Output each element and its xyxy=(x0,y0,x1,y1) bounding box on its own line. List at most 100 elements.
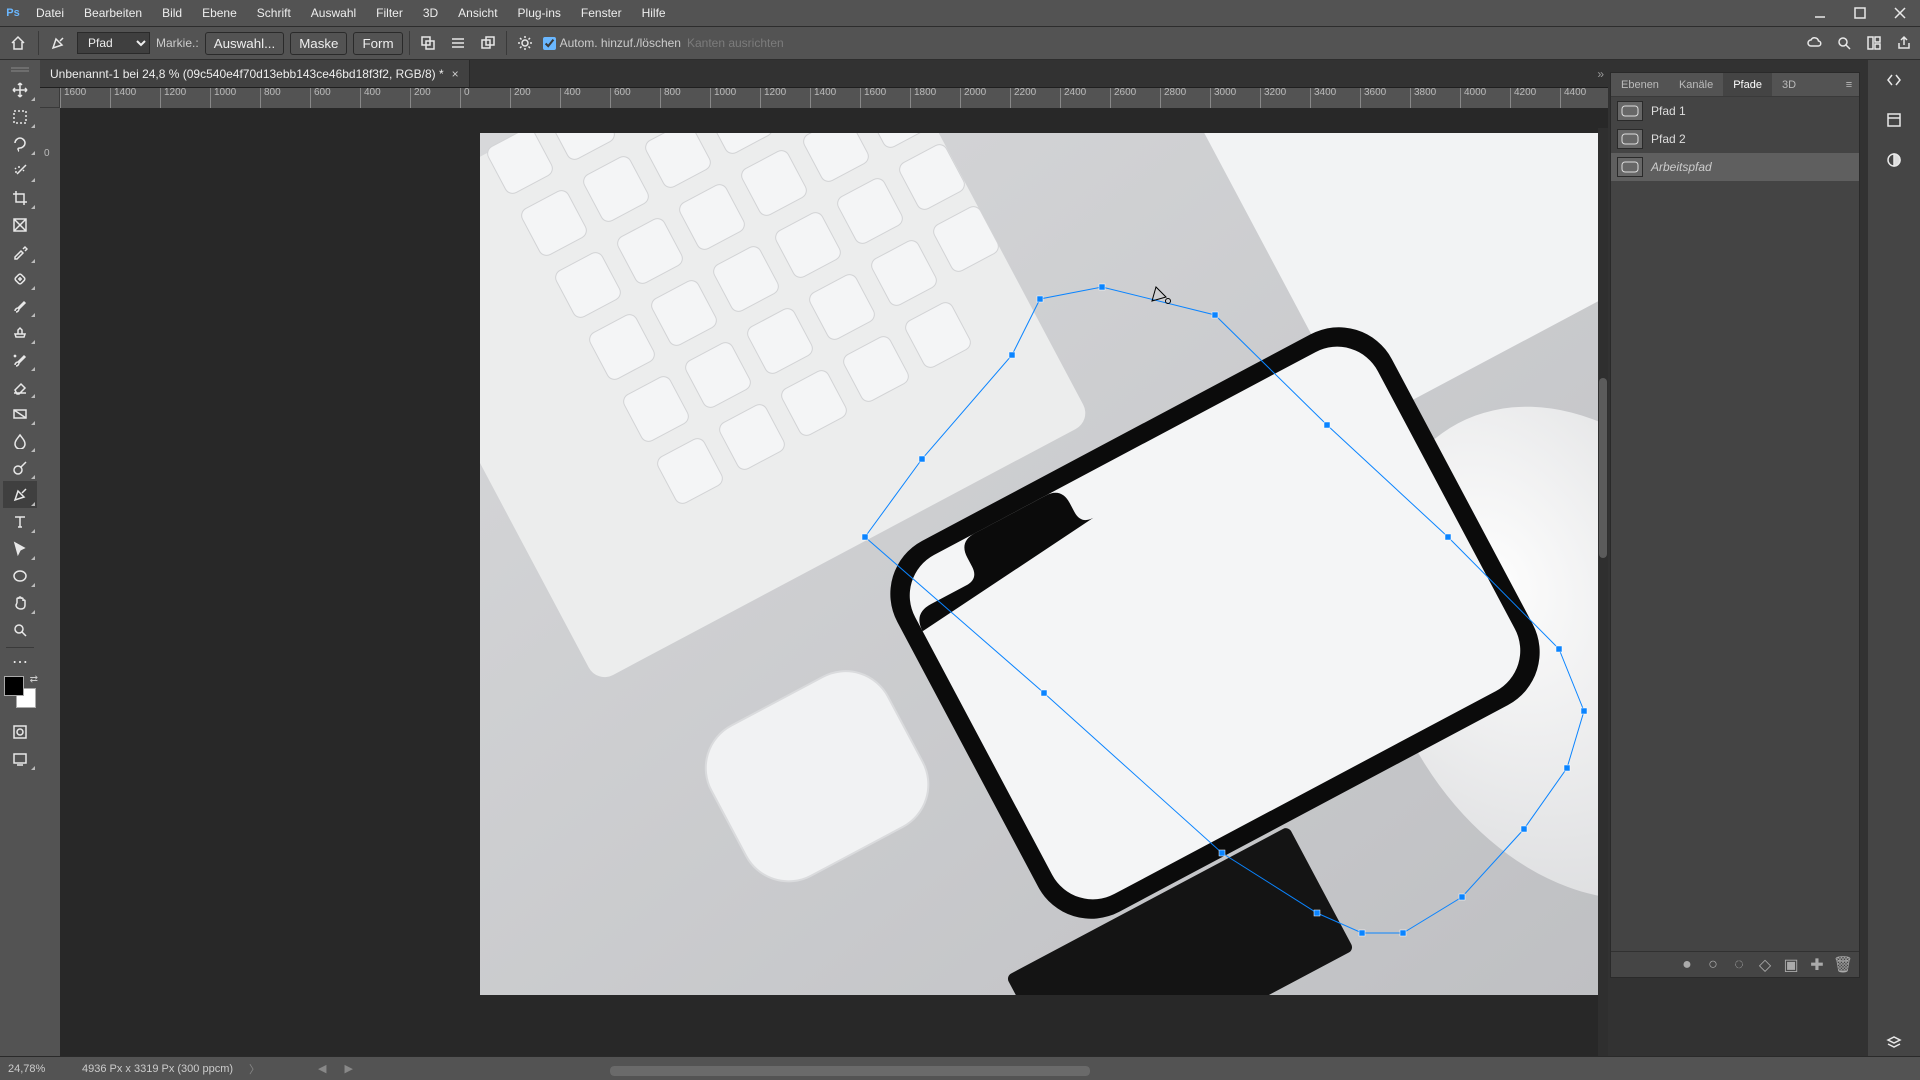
document-canvas[interactable] xyxy=(480,133,1600,995)
quickmask-button[interactable] xyxy=(3,718,37,745)
foreground-color-swatch[interactable] xyxy=(4,676,24,696)
swap-colors-icon[interactable]: ⇄ xyxy=(30,674,38,685)
menu-schrift[interactable]: Schrift xyxy=(247,0,301,26)
add-mask-button[interactable]: ▣ xyxy=(1783,957,1799,973)
form-button[interactable]: Form xyxy=(353,32,402,55)
document-tab-close-button[interactable]: × xyxy=(452,67,459,81)
tool-mode-select[interactable]: Pfad xyxy=(77,32,150,54)
toolbox-grip[interactable] xyxy=(3,64,37,76)
crop-tool[interactable] xyxy=(3,184,37,211)
panel-tab-3d[interactable]: 3D xyxy=(1772,73,1806,96)
path-anchor-point[interactable] xyxy=(1314,910,1320,916)
fg-bg-color-swatch[interactable]: ⇄ xyxy=(4,676,36,708)
path-anchor-point[interactable] xyxy=(1556,646,1562,652)
path-anchor-point[interactable] xyxy=(1099,284,1105,290)
timeline-next-button[interactable]: ▶ xyxy=(343,1062,355,1075)
dodge-tool[interactable] xyxy=(3,454,37,481)
canvas-horizontal-scrollbar[interactable] xyxy=(610,1066,1090,1076)
move-tool[interactable] xyxy=(3,76,37,103)
selection-to-path-button[interactable]: ◇ xyxy=(1757,957,1773,973)
panel-empty-area[interactable] xyxy=(1611,181,1859,951)
menu-ebene[interactable]: Ebene xyxy=(192,0,247,26)
menu-3d[interactable]: 3D xyxy=(413,0,448,26)
delete-path-button[interactable]: 🗑 xyxy=(1835,957,1851,973)
cloud-docs-button[interactable] xyxy=(1802,31,1826,55)
path-anchor-point[interactable] xyxy=(1564,765,1570,771)
path-alignment-button[interactable] xyxy=(446,31,470,55)
path-anchor-point[interactable] xyxy=(1400,930,1406,936)
tab-overflow-button[interactable]: » xyxy=(1597,60,1608,87)
path-anchor-point[interactable] xyxy=(1445,534,1451,540)
menu-bild[interactable]: Bild xyxy=(152,0,192,26)
adjustments-panel-icon[interactable] xyxy=(1880,146,1908,174)
path-anchor-point[interactable] xyxy=(919,456,925,462)
type-tool[interactable] xyxy=(3,508,37,535)
new-path-button[interactable]: ✚ xyxy=(1809,957,1825,973)
shape-tool[interactable] xyxy=(3,562,37,589)
path-anchor-point[interactable] xyxy=(1041,690,1047,696)
gradient-tool[interactable] xyxy=(3,400,37,427)
current-tool-icon[interactable] xyxy=(45,30,71,56)
path-anchor-point[interactable] xyxy=(1009,352,1015,358)
eyedropper-tool[interactable] xyxy=(3,238,37,265)
properties-panel-icon[interactable] xyxy=(1880,106,1908,134)
window-maximize-button[interactable] xyxy=(1840,0,1880,26)
clone-stamp-tool[interactable] xyxy=(3,319,37,346)
lasso-tool[interactable] xyxy=(3,130,37,157)
path-selection-tool[interactable] xyxy=(3,535,37,562)
fill-path-button[interactable]: ● xyxy=(1679,957,1695,973)
path-options-gear-button[interactable] xyxy=(513,31,537,55)
frame-tool[interactable] xyxy=(3,211,37,238)
document-tab[interactable]: Unbenannt-1 bei 24,8 % (09c540e4f70d13eb… xyxy=(40,60,470,87)
menu-auswahl[interactable]: Auswahl xyxy=(301,0,366,26)
panel-menu-button[interactable]: ≡ xyxy=(1839,73,1859,96)
window-minimize-button[interactable] xyxy=(1800,0,1840,26)
path-anchor-point[interactable] xyxy=(1212,312,1218,318)
eraser-tool[interactable] xyxy=(3,373,37,400)
info-flyout-button[interactable]: 〉 xyxy=(247,1061,262,1077)
window-close-button[interactable] xyxy=(1880,0,1920,26)
menu-datei[interactable]: Datei xyxy=(26,0,74,26)
menu-hilfe[interactable]: Hilfe xyxy=(632,0,676,26)
auswahl-button[interactable]: Auswahl... xyxy=(205,32,285,55)
vertical-ruler[interactable]: 0 xyxy=(40,108,60,1056)
dock-expand-button[interactable] xyxy=(1880,66,1908,94)
workspace-switcher-button[interactable] xyxy=(1862,31,1886,55)
edit-toolbar-button[interactable]: ⋯ xyxy=(3,652,37,672)
search-button[interactable] xyxy=(1832,31,1856,55)
marquee-tool[interactable] xyxy=(3,103,37,130)
canvas-viewport[interactable] xyxy=(60,108,1608,1056)
timeline-prev-button[interactable]: ◀ xyxy=(316,1062,328,1075)
stroke-path-button[interactable]: ○ xyxy=(1705,957,1721,973)
zoom-tool[interactable] xyxy=(3,616,37,643)
menu-bearbeiten[interactable]: Bearbeiten xyxy=(74,0,152,26)
path-anchor-point[interactable] xyxy=(1324,422,1330,428)
healing-brush-tool[interactable] xyxy=(3,265,37,292)
scrollbar-thumb[interactable] xyxy=(1599,378,1607,558)
hand-tool[interactable] xyxy=(3,589,37,616)
path-anchor-point[interactable] xyxy=(1521,826,1527,832)
path-row[interactable]: Pfad 2 xyxy=(1611,125,1859,153)
screenmode-button[interactable] xyxy=(3,745,37,772)
magic-wand-tool[interactable] xyxy=(3,157,37,184)
scrollbar-thumb[interactable] xyxy=(610,1066,1090,1076)
path-operations-button[interactable] xyxy=(416,31,440,55)
path-anchor-point[interactable] xyxy=(1581,708,1587,714)
home-button[interactable] xyxy=(4,29,32,57)
horizontal-ruler[interactable]: 1600140012001000800600400200020040060080… xyxy=(60,88,1608,108)
blur-tool[interactable] xyxy=(3,427,37,454)
pen-tool[interactable] xyxy=(3,481,37,508)
auto-add-delete-checkbox[interactable]: Autom. hinzuf./löschen xyxy=(543,36,681,50)
history-brush-tool[interactable] xyxy=(3,346,37,373)
zoom-level[interactable]: 24,78% xyxy=(8,1063,68,1075)
path-anchor-point[interactable] xyxy=(1359,930,1365,936)
brush-tool[interactable] xyxy=(3,292,37,319)
path-anchor-point[interactable] xyxy=(862,534,868,540)
panel-tab-pfade[interactable]: Pfade xyxy=(1723,73,1772,96)
panel-tab-ebenen[interactable]: Ebenen xyxy=(1611,73,1669,96)
path-to-selection-button[interactable]: ◌ xyxy=(1731,957,1747,973)
canvas-vertical-scrollbar[interactable] xyxy=(1598,128,1608,1056)
menu-fenster[interactable]: Fenster xyxy=(571,0,632,26)
document-info[interactable]: 4936 Px x 3319 Px (300 ppcm) xyxy=(82,1063,233,1075)
path-anchor-point[interactable] xyxy=(1037,296,1043,302)
